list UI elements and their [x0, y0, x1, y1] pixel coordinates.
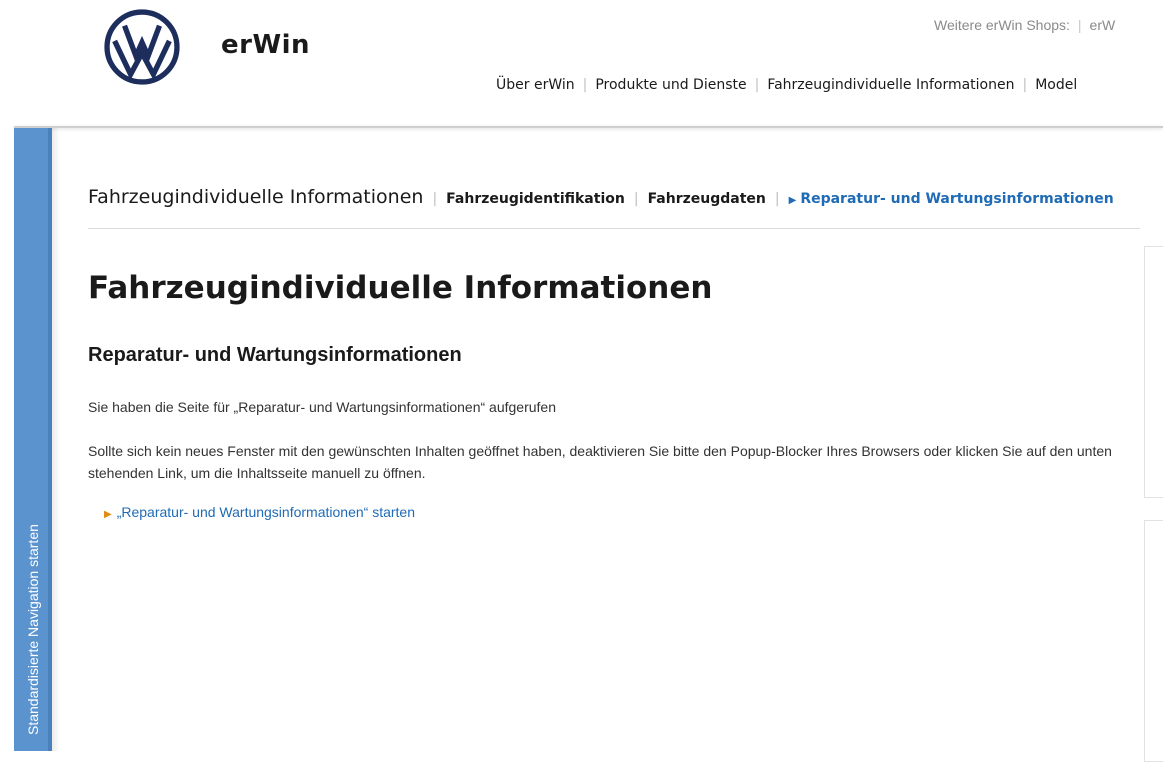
header: erWin Weitere erWin Shops: | erW Über erWi…: [0, 0, 1163, 128]
subnav-divider: [88, 228, 1140, 229]
info-text: Sie haben die Seite für „Reparatur- und …: [88, 399, 556, 415]
separator: |: [774, 191, 780, 207]
separator: |: [1077, 17, 1082, 33]
standard-navigation-tab[interactable]: Standardisierte Navigation starten: [14, 128, 52, 751]
section-title: Reparatur- und Wartungsinformationen: [88, 344, 462, 366]
separator: |: [754, 77, 760, 93]
topnav-item-ueber-erwin[interactable]: Über erWin: [496, 77, 575, 93]
subnav-item-reparatur-active[interactable]: Reparatur- und Wartungsinformationen: [800, 191, 1113, 207]
caret-right-icon: ▶: [104, 509, 112, 520]
brand-name: erWin: [221, 30, 311, 60]
right-panel-box: [1144, 246, 1163, 498]
other-shops-label: Weitere erWin Shops:: [934, 17, 1070, 33]
popup-hint-text: Sollte sich kein neues Fenster mit den g…: [88, 443, 1112, 481]
topnav-item-model[interactable]: Model: [1035, 77, 1077, 93]
top-navigation: Über erWin | Produkte und Dienste | Fahrzeug…: [496, 77, 1077, 93]
caret-right-icon: ▶: [788, 195, 797, 206]
subnav-title[interactable]: Fahrzeugindividuelle Informationen: [88, 186, 423, 208]
separator: |: [582, 77, 588, 93]
topnav-item-produkte[interactable]: Produkte und Dienste: [595, 77, 746, 93]
separator: |: [432, 191, 438, 207]
subnav-item-fahrzeugidentifikation[interactable]: Fahrzeugidentifikation: [446, 191, 625, 207]
start-link-label: „Reparatur- und Wartungsinformationen“ s…: [116, 504, 415, 520]
sidetab-shadow: [52, 128, 60, 751]
vw-logo[interactable]: [104, 9, 180, 85]
sub-navigation: Fahrzeugindividuelle Informationen | Fahrz…: [88, 186, 1114, 208]
other-shops: Weitere erWin Shops: | erW: [934, 17, 1115, 33]
right-panel-box: [1144, 520, 1163, 762]
separator: |: [633, 191, 639, 207]
header-divider: [14, 126, 1163, 128]
shop-link[interactable]: erW: [1090, 17, 1116, 33]
standard-navigation-label: Standardisierte Navigation starten: [25, 524, 41, 735]
separator: |: [1022, 77, 1028, 93]
page-title: Fahrzeugindividuelle Informationen: [88, 270, 713, 306]
subnav-item-fahrzeugdaten[interactable]: Fahrzeugdaten: [648, 191, 766, 207]
start-repair-info-link[interactable]: ▶ „Reparatur- und Wartungsinformationen“ …: [104, 504, 415, 520]
topnav-item-fahrzeugindividuelle[interactable]: Fahrzeugindividuelle Informationen: [767, 77, 1014, 93]
